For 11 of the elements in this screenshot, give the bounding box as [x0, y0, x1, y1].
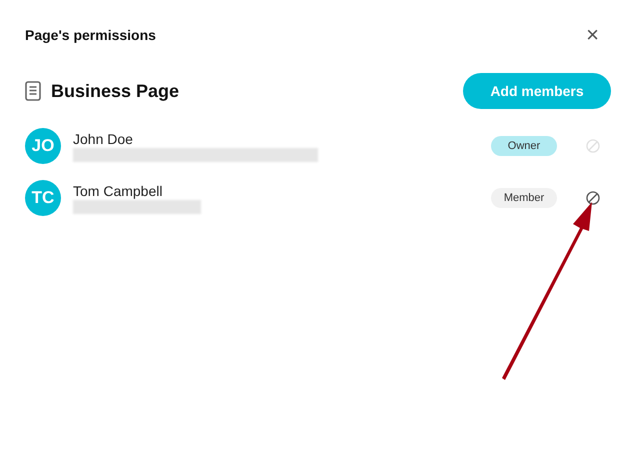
member-name: Tom Campbell [73, 182, 164, 198]
member-name: John Doe [73, 130, 134, 146]
avatar: JO [25, 128, 61, 164]
avatar: TC [25, 180, 61, 216]
close-button[interactable]: × [586, 24, 599, 46]
role-badge: Member [491, 188, 557, 208]
remove-icon[interactable] [586, 191, 600, 205]
dialog-title: Page's permissions [25, 26, 156, 45]
document-icon [25, 81, 41, 101]
role-badge: Owner [491, 136, 557, 156]
page-name: Business Page [51, 80, 180, 103]
